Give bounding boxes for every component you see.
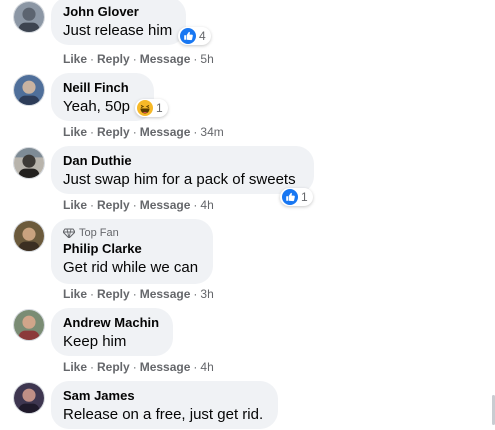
avatar[interactable]	[13, 74, 45, 106]
avatar[interactable]	[13, 147, 45, 179]
commenter-name[interactable]: John Glover	[63, 4, 174, 20]
reaction-count-value: 4	[199, 29, 206, 43]
timestamp[interactable]: 5h	[200, 52, 213, 66]
commenter-name[interactable]: Philip Clarke	[63, 241, 201, 257]
message-button[interactable]: Message	[140, 125, 191, 139]
comment-text: Release on a free, just get rid.	[63, 406, 264, 423]
comment-text: Keep him	[63, 333, 127, 350]
like-button[interactable]: Like	[63, 52, 87, 66]
comment-actions: Like · Reply · Message · 4h	[63, 198, 214, 212]
like-button[interactable]: Like	[63, 360, 87, 374]
avatar[interactable]	[13, 1, 45, 33]
top-fan-badge[interactable]: Top Fan	[63, 226, 201, 240]
like-button[interactable]: Like	[63, 287, 87, 301]
commenter-name[interactable]: Dan Duthie	[63, 153, 302, 169]
diamond-icon	[63, 228, 75, 238]
timestamp[interactable]: 3h	[200, 287, 213, 301]
like-icon	[282, 189, 298, 205]
commenter-name[interactable]: Neill Finch	[63, 80, 142, 96]
top-fan-label: Top Fan	[79, 227, 119, 239]
commenter-name[interactable]: Andrew Machin	[63, 315, 161, 331]
like-button[interactable]: Like	[63, 125, 87, 139]
like-button[interactable]: Like	[63, 198, 87, 212]
comment-bubble: Dan Duthie Just swap him for a pack of s…	[51, 146, 314, 194]
message-button[interactable]: Message	[140, 198, 191, 212]
timestamp[interactable]: 4h	[200, 198, 213, 212]
comment-bubble: Sam James Release on a free, just get ri…	[51, 381, 278, 429]
reply-button[interactable]: Reply	[97, 360, 130, 374]
commenter-name[interactable]: Sam James	[63, 388, 266, 404]
reaction-count-value: 1	[156, 101, 163, 115]
reply-button[interactable]: Reply	[97, 125, 130, 139]
reaction-count[interactable]: 1	[135, 99, 168, 117]
avatar[interactable]	[13, 309, 45, 341]
comment-bubble: Andrew Machin Keep him	[51, 308, 173, 356]
avatar[interactable]	[13, 382, 45, 414]
comment-text: Yeah, 50p	[63, 98, 131, 115]
comment-text: Just release him	[63, 22, 173, 39]
like-icon	[180, 28, 196, 44]
comment-bubble: John Glover Just release him	[51, 0, 186, 45]
timestamp[interactable]: 4h	[200, 360, 213, 374]
timestamp[interactable]: 34m	[200, 125, 223, 139]
comment-text: Just swap him for a pack of sweets	[63, 171, 296, 188]
reply-button[interactable]: Reply	[97, 52, 130, 66]
avatar[interactable]	[13, 220, 45, 252]
reaction-count-value: 1	[301, 190, 308, 204]
message-button[interactable]: Message	[140, 52, 191, 66]
comment-actions: Like · Reply · Message · 34m	[63, 125, 224, 139]
comment-actions: Like · Reply · Message · 4h	[63, 360, 214, 374]
message-button[interactable]: Message	[140, 287, 191, 301]
reply-button[interactable]: Reply	[97, 198, 130, 212]
reply-button[interactable]: Reply	[97, 287, 130, 301]
message-button[interactable]: Message	[140, 360, 191, 374]
comment-bubble: Top Fan Philip Clarke Get rid while we c…	[51, 219, 213, 284]
comment-actions: Like · Reply · Message · 5h	[63, 52, 214, 66]
reaction-count[interactable]: 4	[178, 27, 211, 45]
haha-icon	[137, 100, 153, 116]
comment-text: Get rid while we can	[63, 259, 199, 276]
reaction-count[interactable]: 1	[280, 188, 313, 206]
comment-actions: Like · Reply · Message · 3h	[63, 287, 214, 301]
